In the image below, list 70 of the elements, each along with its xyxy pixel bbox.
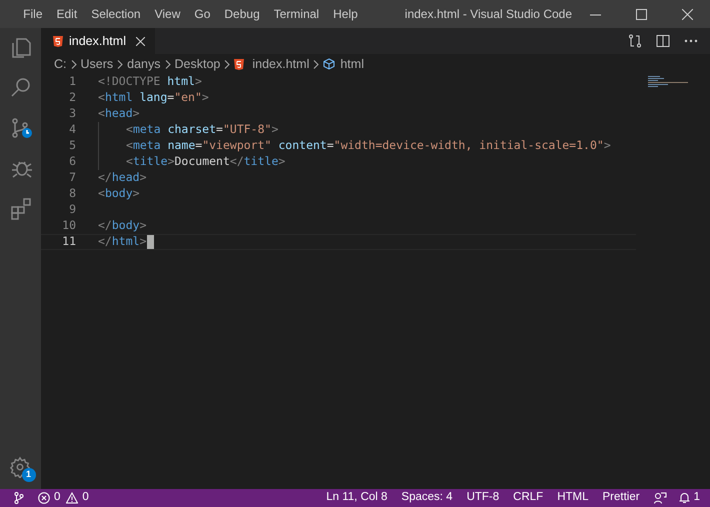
status-item[interactable]: Spaces: 4 (401, 489, 453, 507)
status-item[interactable]: UTF-8 (466, 489, 500, 507)
code-line: <html lang="en"> (98, 89, 209, 106)
notifications-button[interactable]: 1 (678, 489, 700, 507)
code-line: </html> (98, 233, 146, 250)
split-editor-icon[interactable] (656, 34, 670, 48)
error-icon[interactable] (38, 492, 50, 504)
problem-count[interactable]: 0 (54, 489, 60, 507)
warning-icon[interactable] (66, 492, 78, 504)
settings-button[interactable]: 1 (8, 455, 32, 479)
line-number: 5 (68, 137, 76, 154)
menu-item[interactable]: Edit (50, 5, 84, 23)
chevron-icon (117, 60, 124, 68)
menu-item[interactable]: Terminal (266, 5, 326, 23)
line-number: 2 (68, 89, 76, 106)
more-actions-icon[interactable] (684, 39, 698, 43)
minimap (648, 76, 690, 90)
breadcrumb-item[interactable]: danys (127, 54, 161, 74)
line-number: 10 (61, 217, 76, 234)
code-line: </head> (98, 169, 146, 186)
code-line: <title>Document</title> (126, 153, 286, 170)
breadcrumb-item[interactable]: Users (80, 54, 114, 74)
status-item[interactable]: HTML (557, 489, 589, 507)
window-title: index.html - Visual Studio Code (404, 6, 572, 23)
breadcrumb-item[interactable]: C: (54, 54, 66, 74)
code-line: <!DOCTYPE html> (98, 73, 202, 90)
cube-icon (323, 58, 336, 70)
breadcrumb-item[interactable]: html (340, 54, 364, 74)
code-line: <meta charset="UTF-8"> (126, 121, 278, 138)
chevron-icon (164, 60, 171, 68)
menu-item[interactable]: View (148, 5, 188, 23)
line-number: 1 (68, 73, 76, 90)
line-number: 11 (61, 233, 76, 250)
menu-item[interactable]: Debug (217, 5, 267, 23)
breadcrumb-item[interactable]: Desktop (174, 54, 220, 74)
menu-item[interactable]: Go (187, 5, 218, 23)
line-number: 8 (68, 185, 76, 202)
update-badge: 1 (22, 468, 36, 482)
code-line: <head> (98, 105, 140, 122)
bell-icon (678, 492, 690, 504)
status-item[interactable]: CRLF (513, 489, 544, 507)
code-line: <meta name="viewport" content="width=device-width, initial-scale=1.0"> (126, 137, 611, 154)
line-number: 3 (68, 105, 76, 122)
line-number: 6 (68, 153, 76, 170)
line-number: 7 (68, 169, 76, 186)
maximize-icon (636, 8, 646, 20)
close-icon[interactable] (136, 36, 145, 46)
problem-count[interactable]: 0 (82, 489, 89, 507)
text-cursor (146, 235, 154, 249)
line-number: 4 (68, 121, 76, 138)
compare-changes-icon[interactable] (628, 34, 642, 48)
code-line: </body> (98, 217, 146, 234)
html-file-icon (234, 58, 244, 70)
breadcrumb-item[interactable]: index.html (252, 54, 310, 74)
line-number: 9 (68, 201, 76, 218)
code-line: <body> (98, 185, 140, 202)
tab-label: index.html (69, 32, 126, 50)
status-item[interactable]: Prettier (602, 489, 640, 507)
menu-item[interactable]: Selection (84, 5, 148, 23)
chevron-icon (70, 60, 76, 68)
editor-tab[interactable]: index.html (41, 28, 155, 54)
menu-item[interactable]: File (16, 5, 50, 23)
menu-item[interactable]: Help (326, 5, 365, 23)
branch-icon[interactable] (14, 492, 24, 504)
close-icon (682, 8, 692, 20)
feedback-icon[interactable] (654, 492, 667, 504)
html-file-icon (53, 36, 63, 46)
chevron-icon (224, 60, 230, 68)
chevron-icon (313, 60, 320, 68)
status-item[interactable]: Ln 11, Col 8 (326, 489, 388, 507)
